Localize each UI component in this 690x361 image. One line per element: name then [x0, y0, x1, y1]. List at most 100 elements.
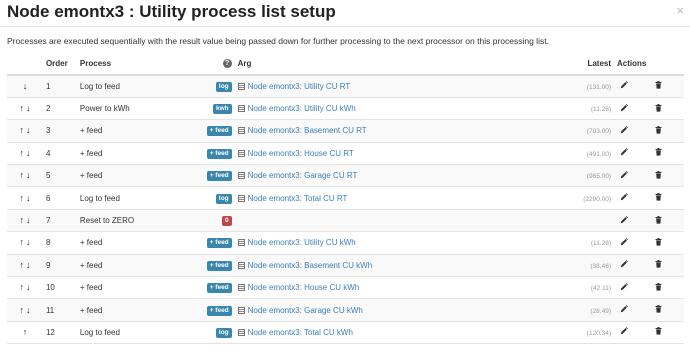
arrow-up-icon[interactable]: ↑ [19, 104, 24, 113]
arg-cell: Node emontx3: Total CU kWh [234, 321, 553, 345]
table-row: ↑ ↓ 4 + feed + feed Node emontx3: House C… [7, 142, 684, 166]
pencil-icon[interactable] [620, 305, 628, 315]
feed-list-icon [237, 239, 245, 247]
trash-icon[interactable] [655, 193, 662, 203]
arg-link[interactable]: Node emontx3: Utility CU RT [248, 82, 351, 91]
arg-link[interactable]: Node emontx3: Total CU kWh [248, 328, 353, 337]
pencil-icon[interactable] [620, 215, 628, 226]
arrow-down-icon[interactable]: ↓ [26, 126, 31, 135]
arrow-up-icon[interactable]: ↑ [19, 260, 24, 270]
close-button[interactable]: × [676, 4, 684, 17]
badge-cell: + feed [203, 254, 235, 278]
table-row: ↑ ↓ 3 + feed + feed Node emontx3: Basemen… [7, 119, 684, 143]
process-badge: + feed [206, 126, 232, 137]
feed-list-icon [237, 149, 245, 157]
header-move [7, 52, 43, 76]
latest-cell: (120.34) [552, 321, 615, 345]
pencil-icon[interactable] [620, 126, 628, 136]
trash-icon[interactable] [655, 125, 662, 136]
trash-icon[interactable] [655, 81, 662, 91]
move-cell: ↑ ↓ [7, 142, 43, 166]
arg-cell: Node emontx3: Utility CU kWh [234, 97, 553, 121]
pencil-icon[interactable] [620, 170, 628, 181]
trash-icon[interactable] [655, 237, 662, 248]
process-badge: + feed [206, 305, 232, 316]
trash-icon[interactable] [655, 148, 662, 158]
pencil-icon[interactable] [620, 282, 628, 293]
pencil-icon[interactable] [620, 327, 628, 337]
arrow-up-icon[interactable]: ↑ [19, 283, 24, 292]
table-row: ↑ ↓ 5 + feed + feed Node emontx3: Garage … [7, 164, 684, 188]
pencil-icon[interactable] [620, 81, 628, 91]
actions-cell [614, 231, 684, 255]
process-badge: log [215, 81, 232, 92]
arrow-up-icon[interactable]: ↑ [19, 171, 24, 180]
arrow-up-icon[interactable]: ↑ [19, 193, 24, 203]
actions-cell [614, 119, 684, 143]
arrow-down-icon[interactable]: ↓ [26, 104, 31, 113]
arrow-up-icon[interactable]: ↑ [19, 148, 24, 158]
feed-list-icon [237, 261, 245, 269]
process-cell: Log to feed [76, 186, 204, 210]
actions-cell [614, 276, 684, 300]
latest-cell [552, 209, 615, 233]
process-badge: + feed [206, 260, 232, 271]
trash-icon[interactable] [655, 260, 662, 270]
latest-cell: (11.28) [552, 97, 615, 121]
arrow-up-icon[interactable]: ↑ [19, 238, 24, 247]
table-row: ↑ ↓ 11 + feed + feed Node emontx3: Garage… [7, 298, 684, 322]
arrow-down-icon[interactable]: ↓ [26, 305, 31, 315]
arrow-up-icon[interactable]: ↑ [19, 305, 24, 315]
actions-cell [614, 164, 684, 188]
pencil-icon[interactable] [620, 238, 628, 248]
pencil-icon[interactable] [620, 260, 628, 270]
pencil-icon[interactable] [620, 103, 628, 114]
trash-icon[interactable] [655, 327, 662, 337]
actions-cell [614, 75, 684, 98]
arg-link[interactable]: Node emontx3: Total CU RT [248, 194, 348, 203]
badge-cell: + feed [203, 164, 235, 188]
table-row: ↑ ↓ 6 Log to feed log Node emontx3: Total… [7, 186, 684, 210]
feed-list-icon [237, 172, 245, 180]
process-cell: Log to feed [76, 321, 204, 345]
pencil-icon[interactable] [620, 148, 628, 158]
latest-cell: (2290.00) [552, 186, 615, 210]
arg-link[interactable]: Node emontx3: Basement CU RT [248, 126, 367, 135]
process-cell: + feed [76, 164, 204, 188]
arrow-down-icon[interactable]: ↓ [26, 171, 31, 180]
arrow-up-icon[interactable]: ↑ [19, 126, 24, 135]
question-circle-icon[interactable]: ? [222, 59, 232, 68]
pencil-icon[interactable] [620, 193, 628, 203]
arg-link[interactable]: Node emontx3: Garage CU RT [248, 171, 358, 180]
arrow-down-icon[interactable]: ↓ [23, 81, 28, 91]
latest-cell: (965.00) [552, 164, 615, 188]
arrow-down-icon[interactable]: ↓ [26, 260, 31, 270]
process-cell: + feed [76, 276, 204, 300]
process-cell: Reset to ZERO [76, 209, 204, 233]
header-help: ? [203, 52, 235, 76]
arrow-up-icon[interactable]: ↑ [23, 327, 28, 337]
trash-icon[interactable] [655, 103, 662, 114]
trash-icon[interactable] [655, 282, 662, 293]
arg-link[interactable]: Node emontx3: Garage CU kWh [248, 306, 363, 315]
arrow-down-icon[interactable]: ↓ [26, 216, 31, 225]
arrow-down-icon[interactable]: ↓ [26, 148, 31, 158]
arrow-up-icon[interactable]: ↑ [19, 216, 24, 225]
latest-cell: (11.28) [552, 231, 615, 255]
arg-link[interactable]: Node emontx3: House CU RT [248, 149, 354, 158]
badge-cell: + feed [203, 298, 235, 322]
order-cell: 10 [42, 276, 77, 300]
arg-link[interactable]: Node emontx3: Basement CU kWh [248, 261, 373, 270]
arrow-down-icon[interactable]: ↓ [26, 283, 31, 292]
move-cell: ↑ ↓ [7, 97, 43, 121]
arrow-down-icon[interactable]: ↓ [26, 193, 31, 203]
arrow-down-icon[interactable]: ↓ [26, 238, 31, 247]
arg-cell: Node emontx3: Total CU RT [234, 186, 553, 210]
arg-link[interactable]: Node emontx3: Utility CU kWh [248, 104, 356, 113]
trash-icon[interactable] [655, 215, 662, 226]
trash-icon[interactable] [655, 170, 662, 181]
arg-link[interactable]: Node emontx3: Utility CU kWh [248, 238, 356, 247]
table-row: ↑ ↓ 10 + feed + feed Node emontx3: House … [7, 276, 684, 300]
trash-icon[interactable] [655, 305, 662, 315]
arg-link[interactable]: Node emontx3: House CU kWh [248, 283, 360, 292]
